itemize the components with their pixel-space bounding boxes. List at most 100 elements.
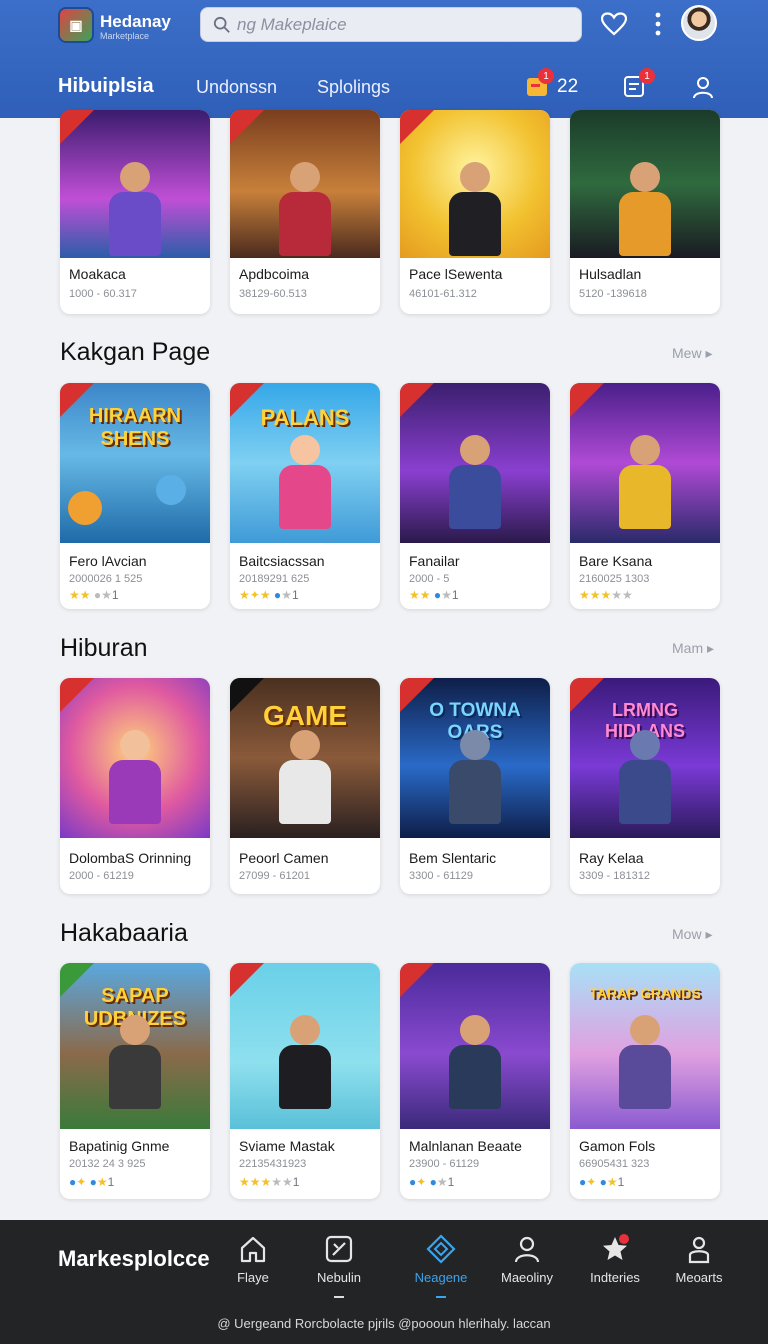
product-name: Apdbcoima	[239, 266, 310, 282]
product-name: Moakaca	[69, 266, 126, 282]
product-name: Bare Ksana	[579, 553, 653, 569]
nav-link-splolings[interactable]: Splolings	[317, 77, 390, 98]
nav-link-undonssn[interactable]: Undonssn	[196, 77, 277, 98]
product-number: 3309 - 181312	[579, 870, 650, 882]
product-thumbnail	[400, 963, 550, 1129]
tab-label: Indteries	[590, 1270, 640, 1285]
tab-indicator	[334, 1296, 344, 1298]
product-card[interactable]: Moakaca 1000 - 60.317	[60, 110, 210, 314]
heart-icon[interactable]	[600, 10, 628, 38]
more-label: Mow	[672, 926, 702, 942]
product-name: Sviame Mastak	[239, 1138, 335, 1154]
user-avatar[interactable]	[681, 5, 717, 41]
product-card[interactable]: Apdbcoima 38129-60.513	[230, 110, 380, 314]
tab-label: Meoarts	[675, 1270, 723, 1285]
section-title: Hiburan	[60, 634, 148, 662]
product-card[interactable]: HIRAARN SHENS Fero lAvcian 2000026 1 525…	[60, 383, 210, 609]
product-card[interactable]: TARAP GRANDS Gamon Fols 66905431 323 ●✦ …	[570, 963, 720, 1199]
product-number: 46101-61.312	[409, 288, 477, 300]
section-more-link[interactable]: Mow ▸	[672, 926, 712, 943]
product-card[interactable]: GAME Peoorl Camen 27099 - 61201	[230, 678, 380, 894]
tab-neagene[interactable]: Neagene	[406, 1234, 476, 1285]
tab-nebulin[interactable]: Nebulin	[304, 1234, 374, 1285]
cart-button[interactable]: 1	[526, 68, 554, 100]
product-thumbnail: GAME	[230, 678, 380, 838]
rating-value: 1	[291, 588, 299, 602]
rating-value: 1	[447, 1175, 455, 1189]
rating-value: 1	[292, 1175, 300, 1189]
product-thumbnail: SAPAP UDBNIZES	[60, 963, 210, 1129]
product-rating: ●✦ ●★1	[69, 1175, 115, 1189]
search-input[interactable]	[237, 14, 557, 35]
product-number: 20189291 625	[239, 573, 310, 585]
product-card[interactable]: Sviame Mastak 22135431923 ★★★★★1	[230, 963, 380, 1199]
product-rating: ★★★★★1	[239, 1175, 300, 1189]
tab-flaye[interactable]: Flaye	[218, 1234, 288, 1285]
product-thumbnail	[60, 110, 210, 258]
product-number: 5120 -139618	[579, 288, 647, 300]
product-name: Hulsadlan	[579, 266, 642, 282]
product-name: Gamon Fols	[579, 1138, 656, 1154]
section-more-link[interactable]: Mew ▸	[672, 345, 712, 362]
product-number: 20132 24 3 925	[69, 1158, 146, 1170]
product-thumbnail: HIRAARN SHENS	[60, 383, 210, 543]
person-icon	[688, 1236, 710, 1264]
product-card[interactable]: Fanailar 2000 - 5 ★★ ●★1	[400, 383, 550, 609]
product-name: Baitcsiacssan	[239, 553, 325, 569]
brand-name: Hedanay	[100, 12, 171, 31]
product-name: Fero lAvcian	[69, 553, 147, 569]
tab-label: Flaye	[237, 1270, 269, 1285]
product-thumbnail	[60, 678, 210, 838]
brand-logo[interactable]: ▣	[58, 7, 94, 43]
search-bar[interactable]	[200, 7, 582, 42]
product-number: 23900 - 61129	[409, 1158, 480, 1170]
diamond-icon	[426, 1234, 456, 1264]
product-card[interactable]: Hulsadlan 5120 -139618	[570, 110, 720, 314]
star-icon	[603, 1234, 629, 1260]
tab-indicator-active	[436, 1296, 446, 1298]
bottom-title[interactable]: Markesplolcce	[58, 1246, 210, 1272]
product-card[interactable]: Bare Ksana 2160025 1303 ★★★★★	[570, 383, 720, 609]
product-rating: ★★★★★	[579, 588, 633, 602]
product-number: 66905431 323	[579, 1158, 650, 1170]
product-thumbnail	[570, 110, 720, 258]
product-name: DolombaS Orinning	[69, 850, 192, 866]
product-thumbnail	[400, 383, 550, 543]
home-icon	[240, 1236, 266, 1263]
top-header: ▣ Hedanay Marketplace Hibuiplsia Undonss…	[0, 0, 768, 118]
orders-button[interactable]: 1	[622, 68, 655, 100]
product-card[interactable]: PALANS Baitcsiacssan 20189291 625 ★✦★ ●★…	[230, 383, 380, 609]
more-vertical-icon[interactable]	[650, 10, 666, 38]
product-number: 3300 - 61129	[409, 870, 474, 882]
tab-meoarts[interactable]: Meoarts	[664, 1234, 734, 1285]
rating-value: 1	[451, 588, 459, 602]
search-icon	[213, 16, 230, 33]
product-rating: ★★ ●★1	[69, 588, 119, 602]
tab-indteries[interactable]: Indteries	[580, 1234, 650, 1285]
product-card[interactable]: DolombaS Orinning 2000 - 61219	[60, 678, 210, 894]
nav-title[interactable]: Hibuiplsia	[58, 75, 154, 98]
cart-badge: 1	[538, 68, 554, 84]
product-card[interactable]: LRMNG HIDLANS Ray Kelaa 3309 - 181312	[570, 678, 720, 894]
product-card[interactable]: Malnlanan Beaate 23900 - 61129 ●✦ ●★1	[400, 963, 550, 1199]
section-more-link[interactable]: Mam ▸	[672, 640, 714, 657]
product-name: Ray Kelaa	[579, 850, 644, 866]
product-card[interactable]: O TOWNA OARS Bem Slentaric 3300 - 61129	[400, 678, 550, 894]
section-title: Kakgan Page	[60, 338, 211, 366]
product-card[interactable]: SAPAP UDBNIZES Bapatinig Gnme 20132 24 3…	[60, 963, 210, 1199]
product-number: 38129-60.513	[239, 288, 307, 300]
brand-subtitle: Marketplace	[100, 31, 150, 41]
product-name: Bapatinig Gnme	[69, 1138, 170, 1154]
product-thumbnail	[570, 383, 720, 543]
account-icon[interactable]	[690, 74, 716, 100]
product-name: Peoorl Camen	[239, 850, 329, 866]
product-thumbnail: O TOWNA OARS	[400, 678, 550, 838]
rating-value: 1	[111, 588, 119, 602]
product-rating: ★✦★ ●★1	[239, 588, 299, 602]
product-card[interactable]: Pace lSewenta 46101-61.312	[400, 110, 550, 314]
tab-label: Neagene	[414, 1270, 468, 1285]
product-thumbnail: LRMNG HIDLANS	[570, 678, 720, 838]
product-thumbnail	[230, 963, 380, 1129]
product-rating: ●✦ ●★1	[579, 1175, 625, 1189]
tab-maeoliny[interactable]: Maeoliny	[492, 1234, 562, 1285]
